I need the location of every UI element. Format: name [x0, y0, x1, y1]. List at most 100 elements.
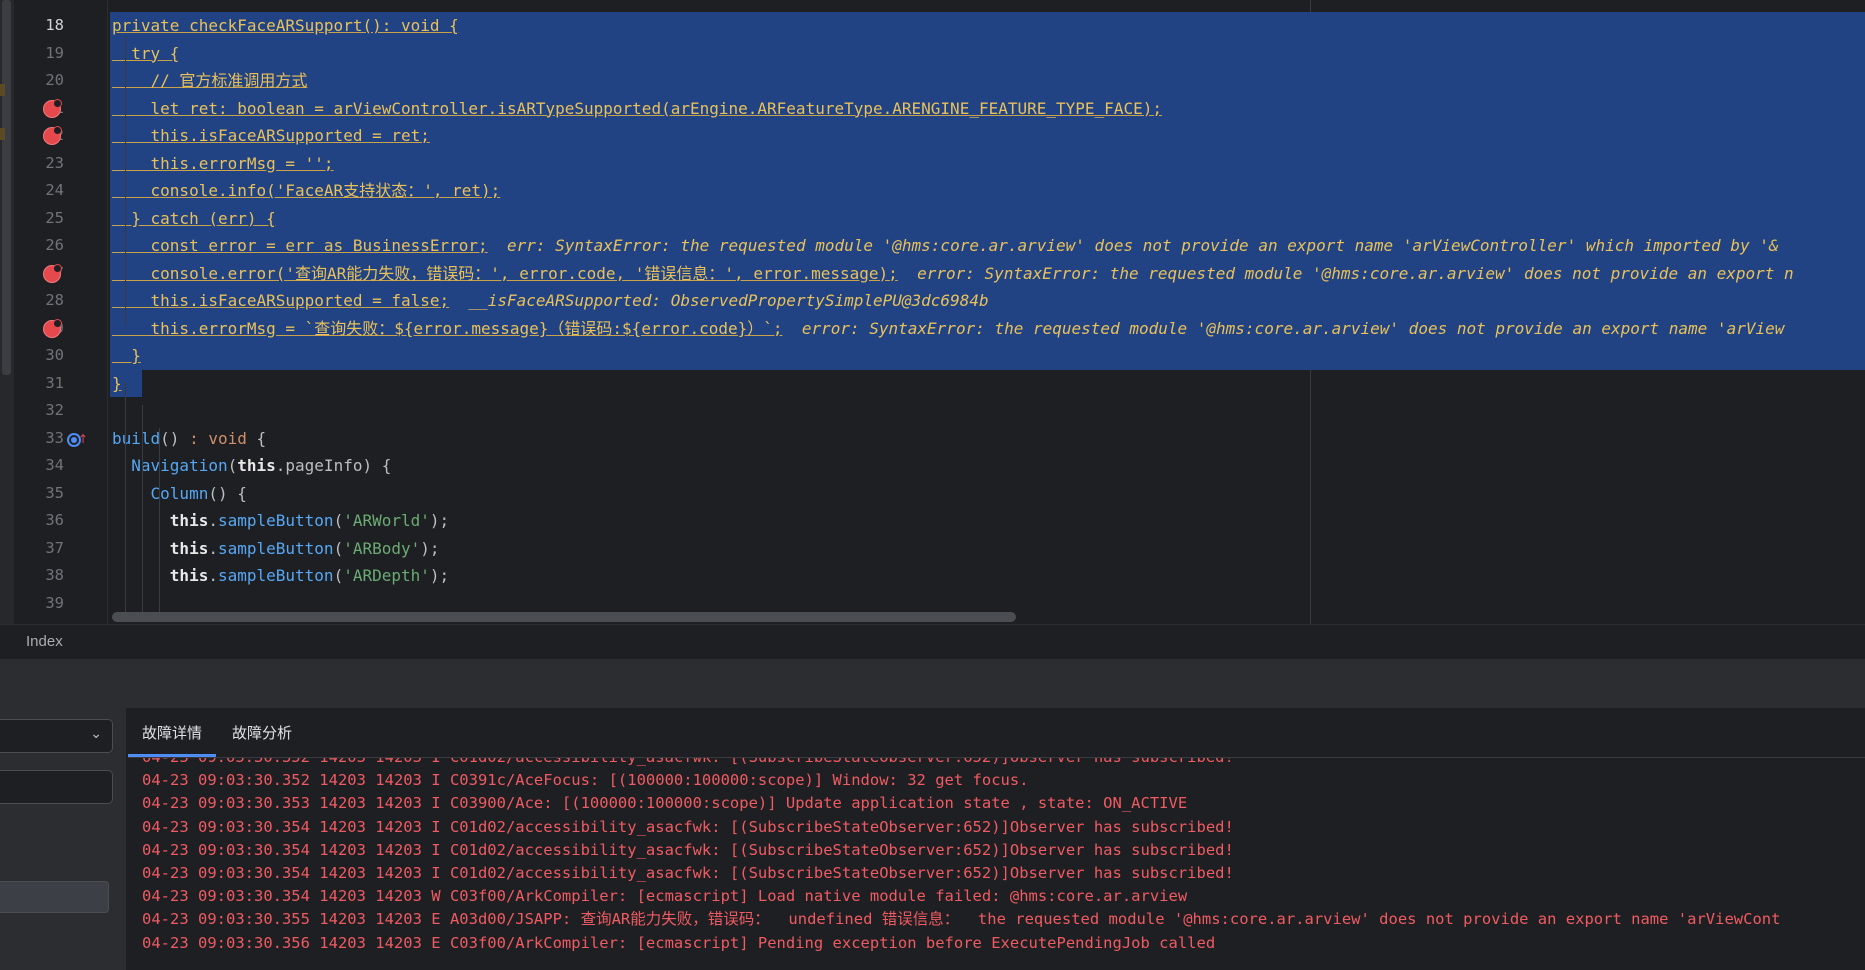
line-number[interactable]: 19: [14, 40, 64, 68]
code-token: this: [169, 566, 209, 585]
code-text[interactable]: } catch (err) {: [112, 205, 276, 233]
code-token: (: [333, 538, 344, 558]
override-method-icon[interactable]: ↑: [67, 430, 88, 448]
filter-input[interactable]: [0, 770, 113, 804]
code-token: Navigation: [131, 456, 228, 475]
code-text[interactable]: // 官方标准调用方式: [112, 67, 308, 95]
code-line[interactable]: 20 // 官方标准调用方式: [0, 67, 1865, 95]
code-token: console.info('FaceAR支持状态：', ret);: [112, 181, 501, 200]
code-line[interactable]: 32: [0, 397, 1865, 425]
code-token: this.errorMsg = '';: [112, 153, 334, 173]
line-number[interactable]: 35: [14, 480, 64, 508]
line-number[interactable]: 39: [14, 590, 64, 618]
line-number[interactable]: 18: [14, 12, 64, 40]
code-line[interactable]: 23 this.errorMsg = '';: [0, 150, 1865, 178]
code-line[interactable]: 24 console.info('FaceAR支持状态：', ret);: [0, 177, 1865, 205]
tab-fault-details[interactable]: 故障详情: [127, 722, 217, 757]
code-text[interactable]: this.isFaceARSupported = false; __isFace…: [112, 287, 989, 315]
line-number[interactable]: 20: [14, 67, 64, 95]
line-number[interactable]: 33: [14, 425, 64, 453]
code-token: (: [227, 456, 238, 475]
code-line[interactable]: 28 this.isFaceARSupported = false; __isF…: [0, 287, 1865, 315]
tab-fault-analysis[interactable]: 故障分析: [232, 722, 292, 743]
code-line[interactable]: 21 let ret: boolean = arViewController.i…: [0, 95, 1865, 123]
code-text[interactable]: this.sampleButton('ARDepth');: [112, 562, 449, 590]
code-token: {: [246, 428, 267, 448]
code-line[interactable]: 30 }: [0, 342, 1865, 370]
breakpoint-icon[interactable]: [43, 98, 62, 118]
device-select[interactable]: ⌄: [0, 719, 113, 753]
line-number[interactable]: 37: [14, 535, 64, 563]
breakpoint-icon[interactable]: [43, 263, 62, 283]
code-line[interactable]: 27 console.error('查询AR能力失败，错误码：', error.…: [0, 260, 1865, 288]
code-text[interactable]: this.errorMsg = `查询失败：${error.message}（错…: [112, 315, 1785, 343]
code-token: );: [429, 511, 450, 530]
code-line[interactable]: 22 this.isFaceARSupported = ret;: [0, 122, 1865, 150]
inline-debug-value: error: SyntaxError: the requested module…: [897, 263, 1794, 283]
code-text[interactable]: let ret: boolean = arViewController.isAR…: [112, 95, 1162, 123]
code-text[interactable]: build() : void {: [112, 425, 266, 453]
code-line[interactable]: 19 try {: [0, 40, 1865, 68]
code-editor[interactable]: 18 private checkFaceARSupport(): void { 19…: [0, 0, 1865, 624]
code-line[interactable]: 35 Column() {: [0, 480, 1865, 508]
code-text[interactable]: private checkFaceARSupport(): void {: [112, 12, 459, 40]
code-token: (: [333, 566, 344, 585]
line-number[interactable]: 23: [14, 150, 64, 178]
line-number[interactable]: 25: [14, 205, 64, 233]
code-line[interactable]: 29 this.errorMsg = `查询失败：${error.message…: [0, 315, 1865, 343]
code-token: sampleButton: [217, 511, 334, 530]
code-line[interactable]: 38 this.sampleButton('ARDepth');: [0, 562, 1865, 590]
code-token: 'ARWorld': [343, 511, 430, 530]
line-number[interactable]: 31: [14, 370, 64, 398]
code-token: try {: [112, 43, 180, 63]
filter-button[interactable]: [0, 881, 109, 913]
code-token: // 官方标准调用方式: [112, 71, 308, 90]
code-text[interactable]: const error = err as BusinessError; err:…: [112, 232, 1779, 260]
horizontal-scrollbar-thumb[interactable]: [112, 612, 1016, 622]
code-text[interactable]: }: [112, 370, 122, 398]
code-text[interactable]: console.error('查询AR能力失败，错误码：', error.cod…: [112, 260, 1794, 288]
breakpoint-icon[interactable]: [43, 126, 62, 145]
code-text[interactable]: this.errorMsg = '';: [112, 150, 334, 178]
code-line[interactable]: 34 Navigation(this.pageInfo) {: [0, 452, 1865, 480]
code-token: sampleButton: [217, 566, 334, 585]
log-line[interactable]: 04-23 09:03:30.356 14203 14203 E C03f00/…: [142, 930, 1215, 958]
code-line[interactable]: 37 this.sampleButton('ARBody');: [0, 535, 1865, 563]
code-line[interactable]: 36 this.sampleButton('ARWorld');: [0, 507, 1865, 535]
code-text[interactable]: Navigation(this.pageInfo) {: [112, 452, 391, 480]
code-token: : void: [189, 428, 247, 448]
code-line[interactable]: 26 const error = err as BusinessError; e…: [0, 232, 1865, 260]
code-token: .: [208, 566, 218, 585]
line-number[interactable]: 36: [14, 507, 64, 535]
code-text[interactable]: this.sampleButton('ARBody');: [112, 535, 440, 563]
code-text[interactable]: try {: [112, 40, 179, 68]
line-number[interactable]: 28: [14, 287, 64, 315]
code-token: this: [169, 538, 209, 558]
code-token: private checkFaceARSupport(): void {: [112, 16, 459, 35]
code-token: (): [160, 428, 190, 448]
inline-debug-value: __isFaceARSupported: ObservedPropertySim…: [449, 291, 989, 310]
breakpoint-icon[interactable]: [43, 318, 62, 338]
line-number[interactable]: 32: [14, 397, 64, 425]
line-number[interactable]: 30: [14, 342, 64, 370]
breadcrumb-item[interactable]: Index: [26, 633, 63, 650]
code-text[interactable]: this.isFaceARSupported = ret;: [112, 122, 430, 150]
code-text[interactable]: this.sampleButton('ARWorld');: [112, 507, 449, 535]
code-token: this.isFaceARSupported = ret;: [112, 126, 430, 145]
log-output[interactable]: 04-23 09:03:30.352 14203 14203 I C01d02/…: [128, 758, 1865, 970]
inline-debug-value: error: SyntaxError: the requested module…: [782, 318, 1785, 338]
code-line[interactable]: 18 private checkFaceARSupport(): void {: [0, 12, 1865, 40]
code-token: );: [420, 538, 440, 558]
breadcrumb[interactable]: Index: [0, 624, 1865, 658]
line-number[interactable]: 38: [14, 562, 64, 590]
code-text[interactable]: console.info('FaceAR支持状态：', ret);: [112, 177, 501, 205]
code-line[interactable]: 33 ↑ build() : void {: [0, 425, 1865, 453]
line-number[interactable]: 34: [14, 452, 64, 480]
code-line[interactable]: 25 } catch (err) {: [0, 205, 1865, 233]
code-text[interactable]: Column() {: [112, 480, 247, 508]
code-line[interactable]: 31}: [0, 370, 1865, 398]
line-number[interactable]: 26: [14, 232, 64, 260]
code-text[interactable]: }: [112, 342, 141, 370]
line-number[interactable]: 24: [14, 177, 64, 205]
